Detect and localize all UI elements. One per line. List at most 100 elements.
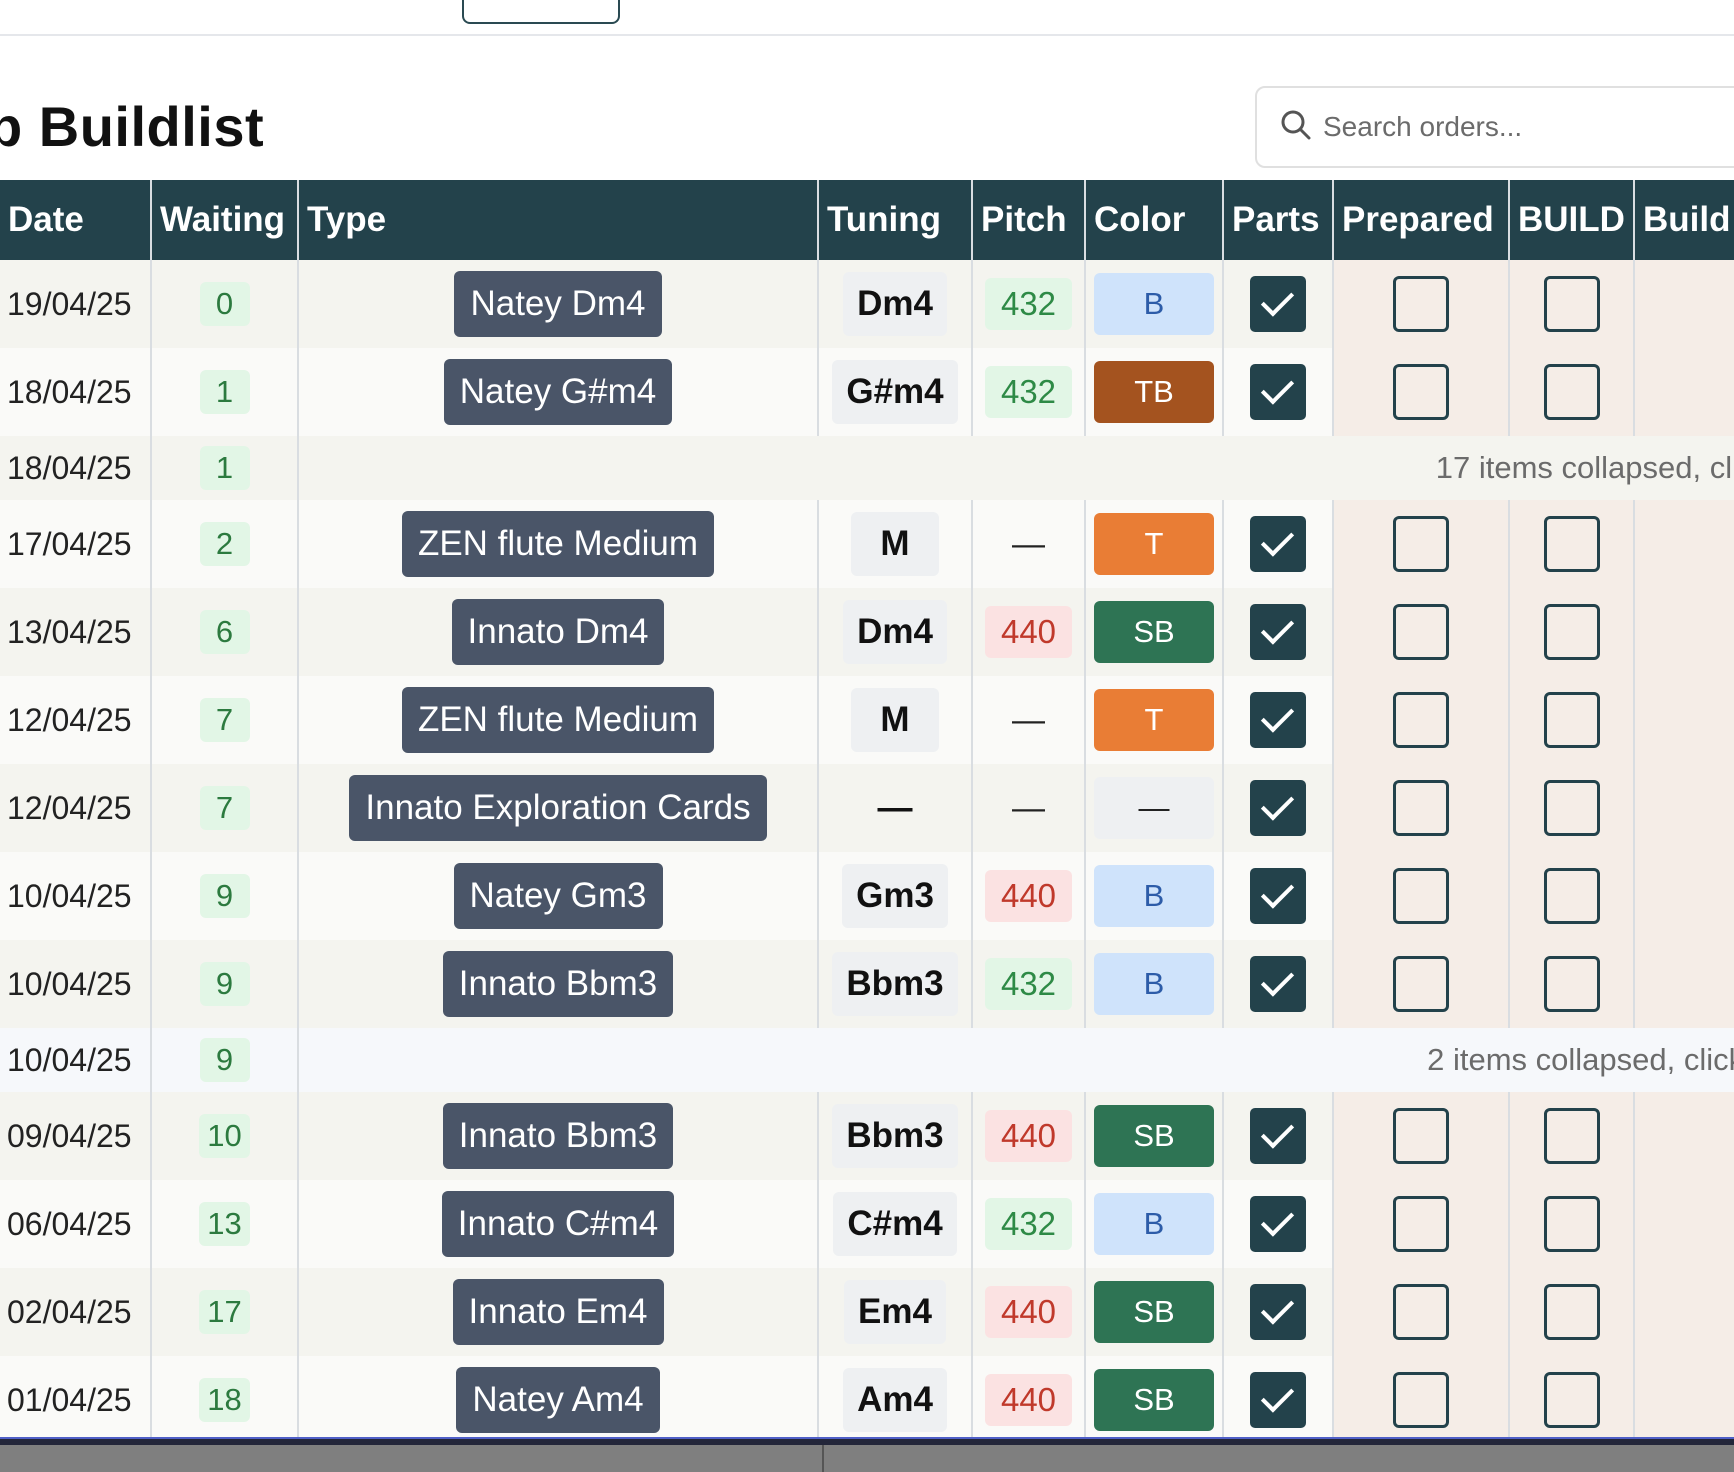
parts-cell [1223,1092,1334,1180]
table-row[interactable]: 19/04/25 0 Natey Dm4 Dm4 432 B – [0,260,1734,348]
col-header-date[interactable]: Date [0,180,152,260]
prepared-checkbox[interactable] [1393,604,1449,660]
collapsed-message[interactable]: 17 items collapsed, click [298,436,1734,500]
col-header-color[interactable]: Color [1085,180,1224,260]
build-checkbox[interactable] [1543,516,1600,572]
search-box[interactable] [1255,86,1734,168]
build-checkbox[interactable] [1543,1284,1600,1340]
parts-checkbox[interactable] [1250,516,1306,572]
parts-checkbox[interactable] [1250,780,1306,836]
type-button[interactable]: ZEN flute Medium [401,687,715,753]
type-button[interactable]: Innato C#m4 [441,1191,675,1257]
type-button[interactable]: Innato Em4 [452,1279,664,1345]
waiting-cell: 9 [151,1028,299,1092]
prepared-checkbox[interactable] [1393,516,1449,572]
table-row[interactable]: 13/04/25 6 Innato Dm4 Dm4 440 SB – [0,588,1734,676]
type-button[interactable]: Innato Exploration Cards [349,775,767,841]
prepared-checkbox[interactable] [1393,780,1449,836]
table-row[interactable]: 10/04/25 9 Innato Bbm3 Bbm3 432 B – [0,940,1734,1028]
waiting-badge: 7 [199,698,250,742]
color-cell: SB [1085,588,1224,676]
prepared-checkbox[interactable] [1393,692,1449,748]
collapsed-group-row[interactable]: 10/04/25 9 2 items collapsed, click e [0,1028,1734,1092]
type-button[interactable]: Natey Dm4 [454,271,662,337]
build-checkbox[interactable] [1543,1196,1600,1252]
collapsed-group-row[interactable]: 18/04/25 1 17 items collapsed, click [0,436,1734,500]
parts-checkbox[interactable] [1250,1108,1306,1164]
parts-cell [1223,348,1334,436]
build-checkbox[interactable] [1543,956,1600,1012]
color-cell: B [1085,260,1224,348]
table-row[interactable]: 18/04/25 1 Natey G#m4 G#m4 432 TB – [0,348,1734,436]
parts-cell [1223,500,1334,588]
table-row[interactable]: 01/04/25 18 Natey Am4 Am4 440 SB – [0,1356,1734,1444]
build-checkbox[interactable] [1543,780,1600,836]
waiting-badge: 7 [199,786,250,830]
tuning-value: Am4 [843,1368,947,1432]
col-header-parts[interactable]: Parts [1223,180,1334,260]
prepared-checkbox[interactable] [1393,364,1449,420]
prepared-checkbox[interactable] [1393,276,1449,332]
parts-checkbox[interactable] [1250,364,1306,420]
type-button[interactable]: Innato Bbm3 [442,951,674,1017]
type-button[interactable]: Natey G#m4 [443,359,673,425]
table-row[interactable]: 06/04/25 13 Innato C#m4 C#m4 432 B – [0,1180,1734,1268]
table-row[interactable]: 09/04/25 10 Innato Bbm3 Bbm3 440 SB – [0,1092,1734,1180]
collapsed-message[interactable]: 2 items collapsed, click e [298,1028,1734,1092]
build-cell [1509,676,1635,764]
parts-checkbox[interactable] [1250,604,1306,660]
prepared-cell [1333,676,1510,764]
build-checkbox[interactable] [1543,692,1600,748]
parts-checkbox[interactable] [1250,1196,1306,1252]
col-header-pitch[interactable]: Pitch [972,180,1086,260]
search-input[interactable] [1321,106,1725,148]
tuning-value: Bbm3 [832,1104,958,1168]
color-cell: SB [1085,1268,1224,1356]
type-button[interactable]: Innato Bbm3 [442,1103,674,1169]
prepared-cell [1333,260,1510,348]
parts-checkbox[interactable] [1250,692,1306,748]
color-cell: TB [1085,348,1224,436]
pitch-cell: — [972,676,1086,764]
tuning-cell: M [818,676,973,764]
table-row[interactable]: 12/04/25 7 Innato Exploration Cards — — — – [0,764,1734,852]
table-row[interactable]: 17/04/25 2 ZEN flute Medium M — T – [0,500,1734,588]
build-checkbox[interactable] [1543,1372,1600,1428]
prepared-checkbox[interactable] [1393,956,1449,1012]
prepared-checkbox[interactable] [1393,1372,1449,1428]
parts-checkbox[interactable] [1250,868,1306,924]
waiting-badge: 10 [199,1114,250,1158]
parts-checkbox[interactable] [1250,1284,1306,1340]
col-header-tuning[interactable]: Tuning [818,180,973,260]
build-checkbox[interactable] [1543,1108,1600,1164]
pitch-cell: 432 [972,348,1086,436]
table-row[interactable]: 10/04/25 9 Natey Gm3 Gm3 440 B – [0,852,1734,940]
build-checkbox[interactable] [1543,868,1600,924]
type-button[interactable]: Innato Dm4 [451,599,665,665]
build-status-cell: – [1634,588,1734,676]
type-button[interactable]: Natey Gm3 [453,863,663,929]
prepared-checkbox[interactable] [1393,868,1449,924]
parts-checkbox[interactable] [1250,1372,1306,1428]
col-header-build-status[interactable]: Build [1634,180,1734,260]
type-button[interactable]: Natey Am4 [456,1367,660,1433]
table-row[interactable]: 02/04/25 17 Innato Em4 Em4 440 SB – [0,1268,1734,1356]
nav-active-tab[interactable] [462,0,620,24]
col-header-waiting[interactable]: Waiting [151,180,299,260]
parts-checkbox[interactable] [1250,956,1306,1012]
waiting-badge: 2 [199,522,250,566]
build-checkbox[interactable] [1543,604,1600,660]
prepared-checkbox[interactable] [1393,1108,1449,1164]
table-row[interactable]: 12/04/25 7 ZEN flute Medium M — T – [0,676,1734,764]
waiting-cell: 6 [151,588,299,676]
type-button[interactable]: ZEN flute Medium [401,511,715,577]
build-checkbox[interactable] [1543,276,1600,332]
parts-checkbox[interactable] [1250,276,1306,332]
build-checkbox[interactable] [1543,364,1600,420]
prepared-checkbox[interactable] [1393,1284,1449,1340]
type-cell: ZEN flute Medium [298,676,819,764]
col-header-prepared[interactable]: Prepared [1333,180,1510,260]
col-header-type[interactable]: Type [298,180,819,260]
col-header-build[interactable]: BUILD [1509,180,1635,260]
prepared-checkbox[interactable] [1393,1196,1449,1252]
